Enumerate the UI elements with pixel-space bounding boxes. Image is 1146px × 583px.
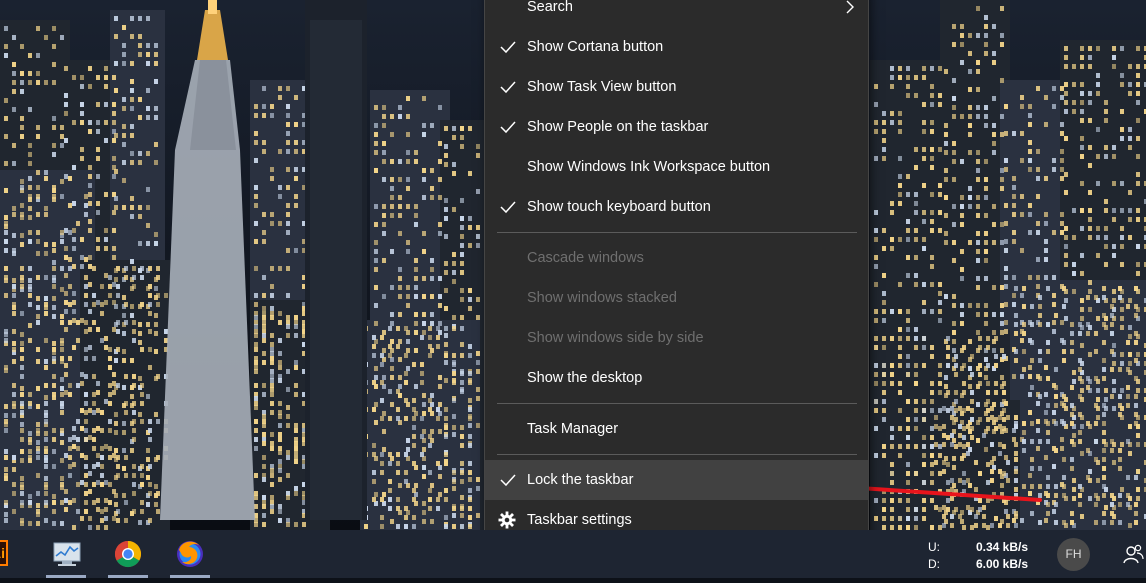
- network-download-value: 6.00 kB/s: [975, 557, 1028, 571]
- menu-separator: [497, 403, 857, 404]
- menu-item-cascade-windows: Cascade windows: [485, 238, 868, 278]
- network-upload-value: 0.34 kB/s: [975, 540, 1028, 554]
- menu-item-label: Search: [527, 0, 573, 15]
- menu-item-label: Show windows side by side: [527, 330, 704, 346]
- checkmark-icon: [500, 474, 516, 487]
- menu-item-label: Show People on the taskbar: [527, 119, 709, 135]
- taskbar-context-menu: Search Show Cortana button Show Task Vie…: [484, 0, 869, 549]
- network-download-label: D:: [928, 557, 940, 571]
- menu-item-label: Cascade windows: [527, 250, 644, 266]
- taskbar-app-illustrator[interactable]: Ai: [0, 530, 20, 578]
- chrome-icon: [114, 540, 142, 568]
- user-avatar[interactable]: FH: [1057, 538, 1090, 571]
- monitor-chart-icon: [53, 542, 81, 566]
- menu-item-lock-the-taskbar[interactable]: Lock the taskbar: [485, 460, 868, 500]
- network-upload-label: U:: [928, 540, 940, 554]
- checkmark-icon: [500, 41, 516, 54]
- menu-separator: [497, 232, 857, 233]
- gear-icon: [498, 511, 516, 529]
- menu-item-label: Show Windows Ink Workspace button: [527, 159, 771, 175]
- checkmark-icon: [500, 81, 516, 94]
- menu-separator: [497, 454, 857, 455]
- menu-item-task-manager[interactable]: Task Manager: [485, 409, 868, 449]
- menu-item-label: Show Task View button: [527, 79, 677, 95]
- menu-item-show-windows-stacked: Show windows stacked: [485, 278, 868, 318]
- menu-item-show-ink-workspace[interactable]: Show Windows Ink Workspace button: [485, 147, 868, 187]
- menu-item-search[interactable]: Search: [485, 0, 868, 27]
- menu-item-label: Lock the taskbar: [527, 472, 634, 488]
- illustrator-icon: Ai: [0, 540, 8, 566]
- taskbar-app-firefox[interactable]: [166, 530, 214, 578]
- firefox-icon: [177, 541, 203, 567]
- taskbar-app-chrome[interactable]: [104, 530, 152, 578]
- menu-item-label: Show Cortana button: [527, 39, 664, 55]
- menu-item-label: Show the desktop: [527, 370, 643, 386]
- menu-item-show-people[interactable]: Show People on the taskbar: [485, 107, 868, 147]
- taskbar-app-performance-monitor[interactable]: [42, 530, 90, 578]
- checkmark-icon: [500, 121, 516, 134]
- menu-item-label: Show touch keyboard button: [527, 199, 711, 215]
- menu-item-show-windows-side-by-side: Show windows side by side: [485, 318, 868, 358]
- checkmark-icon: [500, 201, 516, 214]
- people-icon[interactable]: [1122, 543, 1144, 565]
- taskbar[interactable]: Ai U: 0.34 kB/s D: 6.00 kB/s: [0, 530, 1146, 578]
- menu-item-show-task-view-button[interactable]: Show Task View button: [485, 67, 868, 107]
- menu-item-label: Show windows stacked: [527, 290, 677, 306]
- menu-item-show-cortana-button[interactable]: Show Cortana button: [485, 27, 868, 67]
- menu-item-show-the-desktop[interactable]: Show the desktop: [485, 358, 868, 398]
- chevron-right-icon: [846, 0, 854, 14]
- menu-item-label: Task Manager: [527, 421, 619, 437]
- menu-item-show-touch-keyboard[interactable]: Show touch keyboard button: [485, 187, 868, 227]
